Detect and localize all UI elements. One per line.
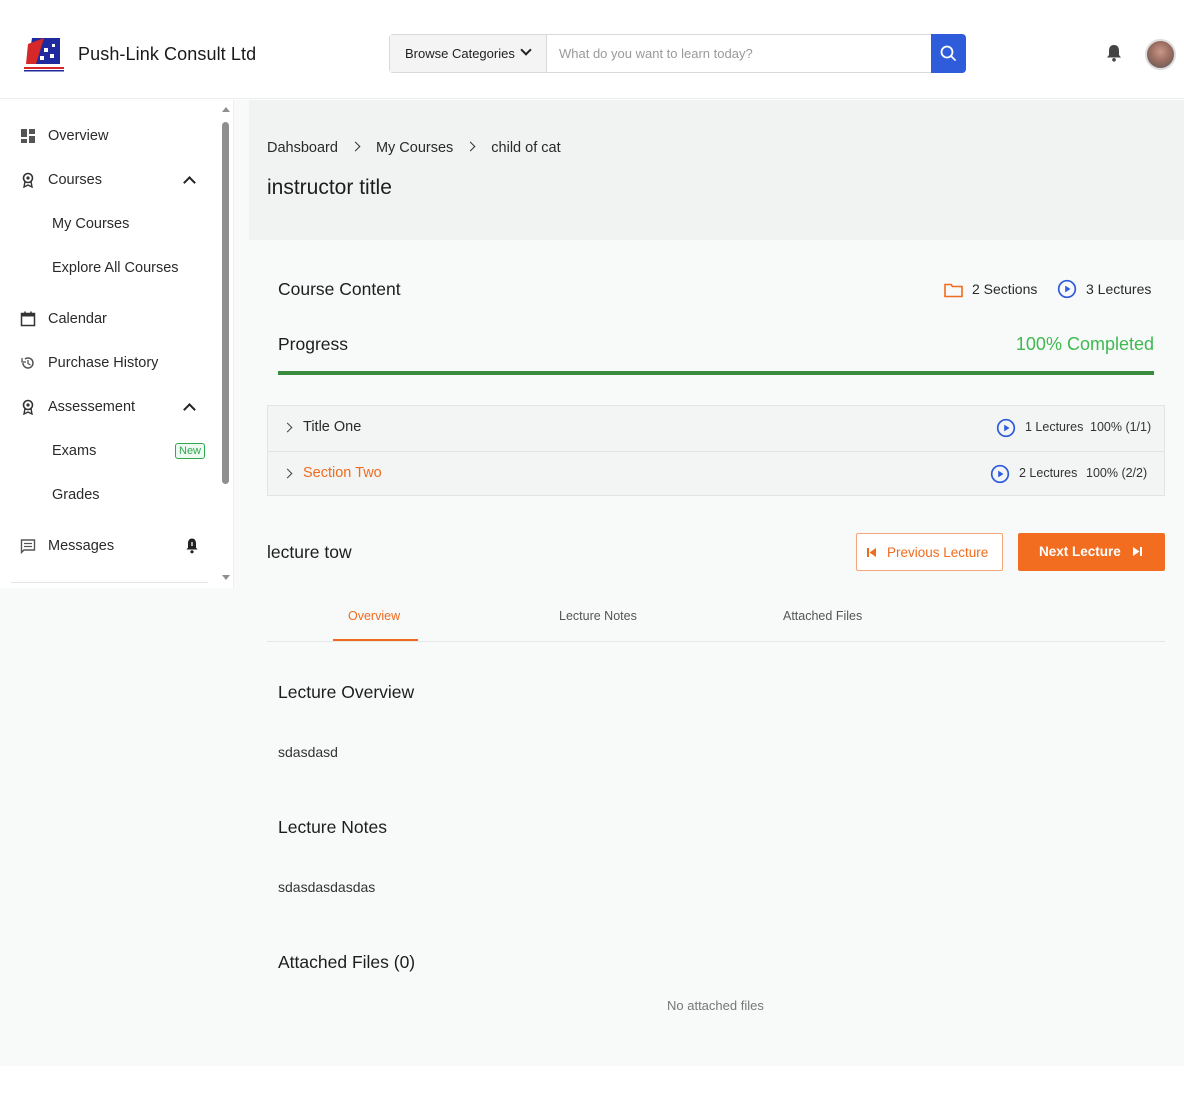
sidebar-item-purchase-history[interactable]: Purchase History	[0, 345, 215, 381]
skip-next-icon	[1133, 547, 1142, 556]
folder-icon	[944, 283, 963, 298]
sidebar-item-calendar[interactable]: Calendar	[0, 301, 215, 337]
sidebar-item-courses[interactable]: Courses	[0, 162, 215, 198]
tab-lecture-notes[interactable]: Lecture Notes	[559, 609, 637, 623]
page-title: instructor title	[267, 176, 392, 199]
next-lecture-button[interactable]: Next Lecture	[1018, 533, 1165, 571]
chevron-right-icon	[282, 422, 293, 433]
sidebar-item-label: My Courses	[52, 216, 130, 232]
course-content-title: Course Content	[278, 279, 401, 299]
brand-name[interactable]: Push-Link Consult Ltd	[78, 44, 256, 65]
sidebar-item-label: Assessement	[48, 399, 136, 415]
previous-lecture-label: Previous Lecture	[887, 545, 989, 560]
brand-logo-icon[interactable]	[22, 34, 66, 74]
dashboard-icon	[21, 129, 35, 143]
breadcrumb-current: child of cat	[491, 140, 561, 156]
main-background	[0, 588, 1184, 1066]
search-button[interactable]	[931, 34, 966, 73]
lecture-title: lecture tow	[267, 542, 352, 562]
sidebar-item-my-courses[interactable]: My Courses	[0, 206, 215, 242]
search-icon	[940, 45, 956, 61]
search-bar: Browse Categories	[389, 34, 966, 73]
lecture-overview-heading: Lecture Overview	[278, 682, 415, 702]
section-progress: 100% (1/1)	[1090, 420, 1152, 434]
section-progress: 100% (2/2)	[1086, 466, 1148, 480]
section-lectures-count: 1 Lectures	[1025, 420, 1084, 434]
section-title: Title One	[303, 419, 362, 435]
notification-bell-icon[interactable]	[1104, 43, 1124, 63]
sidebar-item-messages[interactable]: Messages	[0, 528, 215, 564]
sidebar-item-grades[interactable]: Grades	[0, 477, 215, 513]
chevron-right-icon	[465, 141, 476, 152]
scroll-down-arrow-icon[interactable]	[222, 575, 230, 580]
lecture-tabs: Overview Lecture Notes Attached Files	[267, 600, 1165, 642]
chevron-right-icon	[350, 141, 361, 152]
sidebar-scrollbar[interactable]	[219, 104, 233, 588]
sidebar-divider	[11, 582, 208, 583]
next-lecture-label: Next Lecture	[1039, 544, 1121, 559]
lecture-overview-text: sdasdasd	[278, 744, 338, 760]
user-avatar[interactable]	[1145, 39, 1176, 70]
scrollbar-thumb[interactable]	[222, 122, 229, 484]
play-circle-icon	[1057, 279, 1077, 299]
sidebar-item-explore-all-courses[interactable]: Explore All Courses	[0, 250, 215, 286]
sidebar-item-label: Grades	[52, 487, 100, 503]
page-header-panel	[249, 100, 1184, 240]
browse-categories-label: Browse Categories	[405, 46, 515, 61]
attached-files-heading: Attached Files (0)	[278, 952, 416, 972]
award-icon	[22, 399, 34, 415]
sidebar-item-label: Explore All Courses	[52, 260, 179, 276]
progress-bar-fill	[278, 371, 1154, 375]
lecture-notes-heading: Lecture Notes	[278, 817, 387, 837]
previous-lecture-button[interactable]: Previous Lecture	[856, 533, 1003, 571]
active-tab-indicator	[333, 639, 418, 641]
breadcrumb-my-courses[interactable]: My Courses	[376, 140, 453, 156]
history-icon	[21, 357, 34, 369]
calendar-icon	[20, 311, 36, 327]
notification-bell-icon	[186, 538, 198, 554]
chevron-up-icon[interactable]	[183, 176, 196, 189]
tab-overview[interactable]: Overview	[348, 609, 400, 623]
sections-accordion: Title One 1 Lectures 100% (1/1) Section …	[267, 405, 1165, 496]
sidebar-item-label: Overview	[48, 128, 109, 144]
sidebar-item-label: Messages	[48, 538, 115, 554]
progress-title: Progress	[278, 334, 349, 354]
section-title: Section Two	[303, 465, 382, 481]
lectures-count: 3 Lectures	[1086, 281, 1152, 297]
sidebar-item-label: Purchase History	[48, 355, 159, 371]
lecture-notes-text: sdasdasdasdas	[278, 879, 376, 895]
chevron-right-icon	[282, 468, 293, 479]
play-circle-icon	[996, 418, 1016, 438]
chevron-down-icon	[520, 44, 532, 56]
sidebar-item-exams[interactable]: Exams New	[0, 433, 215, 469]
tab-attached-files[interactable]: Attached Files	[783, 609, 862, 623]
section-lectures-count: 2 Lectures	[1019, 466, 1078, 480]
play-circle-icon	[990, 464, 1010, 484]
top-header: Push-Link Consult Ltd Browse Categories	[0, 0, 1184, 99]
chevron-up-icon[interactable]	[183, 403, 196, 416]
sidebar: Overview Courses My Courses Explore All …	[0, 100, 234, 588]
sidebar-item-label: Calendar	[48, 311, 107, 327]
breadcrumb: Dahsboard My Courses child of cat	[267, 140, 561, 156]
message-icon	[20, 539, 36, 554]
sections-count: 2 Sections	[972, 281, 1038, 297]
award-icon	[22, 172, 34, 188]
skip-previous-icon	[867, 548, 876, 557]
progress-bar	[278, 371, 1154, 375]
empty-files-message: No attached files	[667, 998, 764, 1013]
breadcrumb-dashboard[interactable]: Dahsboard	[267, 140, 338, 156]
browse-categories-dropdown[interactable]: Browse Categories	[390, 35, 547, 72]
sidebar-item-label: Courses	[48, 172, 102, 188]
new-badge: New	[175, 443, 206, 459]
sidebar-item-overview[interactable]: Overview	[0, 118, 215, 154]
search-input[interactable]	[548, 35, 931, 72]
sidebar-item-assessement[interactable]: Assessement	[0, 389, 215, 425]
section-row[interactable]: Section Two 2 Lectures 100% (2/2)	[268, 451, 1164, 496]
progress-label: 100% Completed	[1015, 334, 1154, 354]
sidebar-item-label: Exams	[52, 443, 97, 459]
section-row[interactable]: Title One 1 Lectures 100% (1/1)	[268, 406, 1164, 451]
scroll-up-arrow-icon[interactable]	[222, 107, 230, 112]
